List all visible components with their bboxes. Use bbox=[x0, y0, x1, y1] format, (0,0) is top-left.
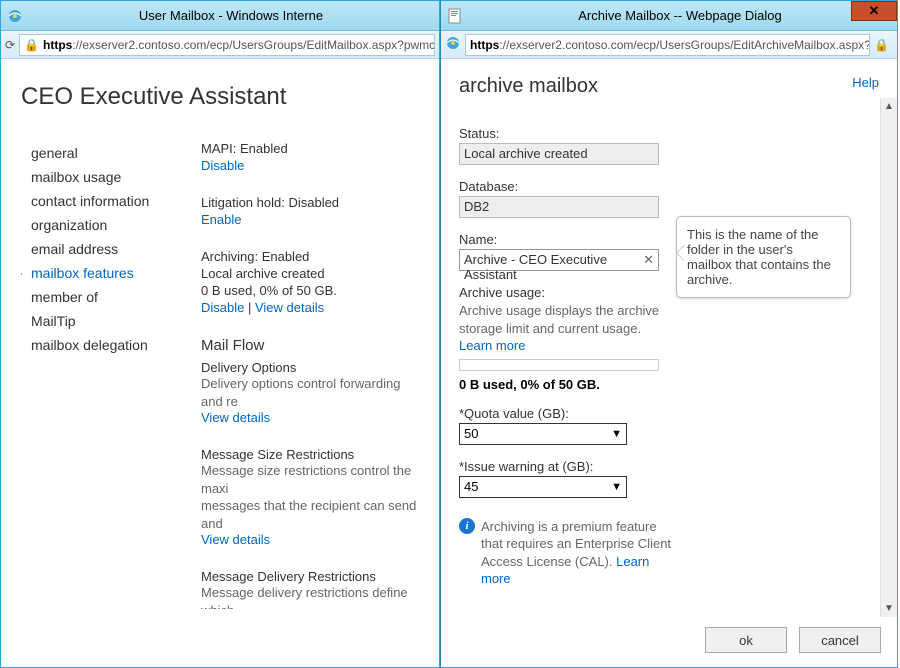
archive-usage-label: Archive usage: bbox=[459, 285, 677, 300]
archiving-disable-link[interactable]: Disable bbox=[201, 300, 244, 315]
mailflow-title: Mail Flow bbox=[201, 337, 419, 354]
nav-delegation[interactable]: mailbox delegation bbox=[21, 333, 191, 357]
msr-desc2: messages that the recipient can send and bbox=[201, 497, 419, 532]
ie-small-icon bbox=[445, 35, 461, 54]
status-label: Status: bbox=[459, 126, 677, 141]
titlebar[interactable]: Archive Mailbox -- Webpage Dialog ✕ bbox=[441, 1, 897, 31]
url-path: ://exserver2.contoso.com/ecp/UsersGroups… bbox=[499, 38, 870, 52]
dialog-footer: ok cancel bbox=[441, 617, 897, 667]
sidebar-nav: general mailbox usage contact informatio… bbox=[21, 141, 191, 609]
page-icon bbox=[447, 8, 463, 24]
usage-bar bbox=[459, 359, 659, 371]
chevron-down-icon: ▼ bbox=[611, 428, 622, 440]
archive-usage-desc: Archive usage displays the archive stora… bbox=[459, 302, 669, 355]
nav-member[interactable]: member of bbox=[21, 285, 191, 309]
name-input[interactable]: Archive - CEO Executive Assistant ✕ bbox=[459, 249, 659, 271]
status-field: Local archive created bbox=[459, 143, 659, 165]
mdr-title: Message Delivery Restrictions bbox=[201, 569, 419, 584]
window-title: Archive Mailbox -- Webpage Dialog bbox=[469, 8, 891, 23]
mapi-disable-link[interactable]: Disable bbox=[201, 158, 419, 173]
litigation-enable-link[interactable]: Enable bbox=[201, 212, 419, 227]
nav-general[interactable]: general bbox=[21, 141, 191, 165]
name-value: Archive - CEO Executive Assistant bbox=[464, 252, 607, 282]
url-scheme: https bbox=[43, 38, 72, 52]
nav-contact[interactable]: contact information bbox=[21, 189, 191, 213]
nav-usage[interactable]: mailbox usage bbox=[21, 165, 191, 189]
mdr-desc1: Message delivery restrictions define whi… bbox=[201, 584, 419, 609]
usage-text: 0 B used, 0% of 50 GB. bbox=[459, 377, 677, 392]
url-box[interactable]: 🔒 https://exserver2.contoso.com/ecp/User… bbox=[19, 34, 435, 56]
warning-label: *Issue warning at (GB): bbox=[459, 459, 677, 474]
ok-button[interactable]: ok bbox=[705, 627, 787, 653]
help-link[interactable]: Help bbox=[852, 75, 879, 98]
refresh-icon[interactable]: ⟳ bbox=[5, 38, 15, 52]
lock-icon: 🔒 bbox=[874, 38, 889, 52]
ie-icon bbox=[7, 8, 23, 24]
page-title: CEO Executive Assistant bbox=[21, 83, 419, 111]
msr-title: Message Size Restrictions bbox=[201, 447, 419, 462]
nav-email[interactable]: email address bbox=[21, 237, 191, 261]
content-area: CEO Executive Assistant general mailbox … bbox=[1, 59, 439, 667]
database-label: Database: bbox=[459, 179, 677, 194]
main-panel: MAPI: Enabled Disable Litigation hold: D… bbox=[201, 141, 419, 609]
archiving-status: Local archive created bbox=[201, 266, 419, 281]
nav-features[interactable]: mailbox features bbox=[21, 261, 191, 285]
warning-value: 45 bbox=[464, 479, 478, 494]
delivery-options-title: Delivery Options bbox=[201, 360, 419, 375]
nav-mailtip[interactable]: MailTip bbox=[21, 309, 191, 333]
delivery-desc: Delivery options control forwarding and … bbox=[201, 375, 419, 410]
close-button[interactable]: ✕ bbox=[851, 1, 897, 21]
archiving-view-link[interactable]: View details bbox=[255, 300, 324, 315]
scroll-up-icon[interactable]: ▲ bbox=[881, 98, 898, 115]
database-field: DB2 bbox=[459, 196, 659, 218]
lock-icon: 🔒 bbox=[24, 38, 39, 52]
name-tooltip: This is the name of the folder in the us… bbox=[676, 216, 851, 298]
window-title: User Mailbox - Windows Interne bbox=[29, 8, 433, 23]
msr-view-link[interactable]: View details bbox=[201, 532, 419, 547]
mapi-label: MAPI: Enabled bbox=[201, 141, 419, 156]
name-label: Name: bbox=[459, 232, 677, 247]
user-mailbox-window: User Mailbox - Windows Interne ⟳ 🔒 https… bbox=[0, 0, 440, 668]
quota-value: 50 bbox=[464, 426, 478, 441]
form-area: Status: Local archive created Database: … bbox=[459, 126, 677, 588]
scroll-down-icon[interactable]: ▼ bbox=[881, 600, 898, 617]
url-scheme: https bbox=[470, 38, 499, 52]
cancel-button[interactable]: cancel bbox=[799, 627, 881, 653]
page-title: archive mailbox bbox=[459, 75, 598, 98]
archiving-usage: 0 B used, 0% of 50 GB. bbox=[201, 283, 419, 298]
url-box[interactable]: https://exserver2.contoso.com/ecp/UsersG… bbox=[465, 34, 870, 56]
chevron-down-icon: ▼ bbox=[611, 481, 622, 493]
address-bar: https://exserver2.contoso.com/ecp/UsersG… bbox=[441, 31, 897, 59]
url-path: ://exserver2.contoso.com/ecp/UsersGroups… bbox=[72, 38, 435, 52]
nav-organization[interactable]: organization bbox=[21, 213, 191, 237]
quota-label: *Quota value (GB): bbox=[459, 406, 677, 421]
archive-mailbox-dialog: Archive Mailbox -- Webpage Dialog ✕ http… bbox=[440, 0, 898, 668]
archiving-label: Archiving: Enabled bbox=[201, 249, 419, 264]
msr-desc1: Message size restrictions control the ma… bbox=[201, 462, 419, 497]
scrollbar[interactable]: ▲ ▼ bbox=[880, 98, 897, 617]
address-bar: ⟳ 🔒 https://exserver2.contoso.com/ecp/Us… bbox=[1, 31, 439, 59]
titlebar[interactable]: User Mailbox - Windows Interne bbox=[1, 1, 439, 31]
warning-select[interactable]: 45 ▼ bbox=[459, 476, 627, 498]
delivery-view-link[interactable]: View details bbox=[201, 410, 419, 425]
content-area: archive mailbox Help Status: Local archi… bbox=[441, 59, 897, 667]
quota-select[interactable]: 50 ▼ bbox=[459, 423, 627, 445]
clear-icon[interactable]: ✕ bbox=[643, 252, 654, 268]
info-note: i Archiving is a premium feature that re… bbox=[459, 518, 679, 588]
info-icon: i bbox=[459, 518, 475, 534]
litigation-label: Litigation hold: Disabled bbox=[201, 195, 419, 210]
archive-usage-learn-link[interactable]: Learn more bbox=[459, 338, 525, 353]
